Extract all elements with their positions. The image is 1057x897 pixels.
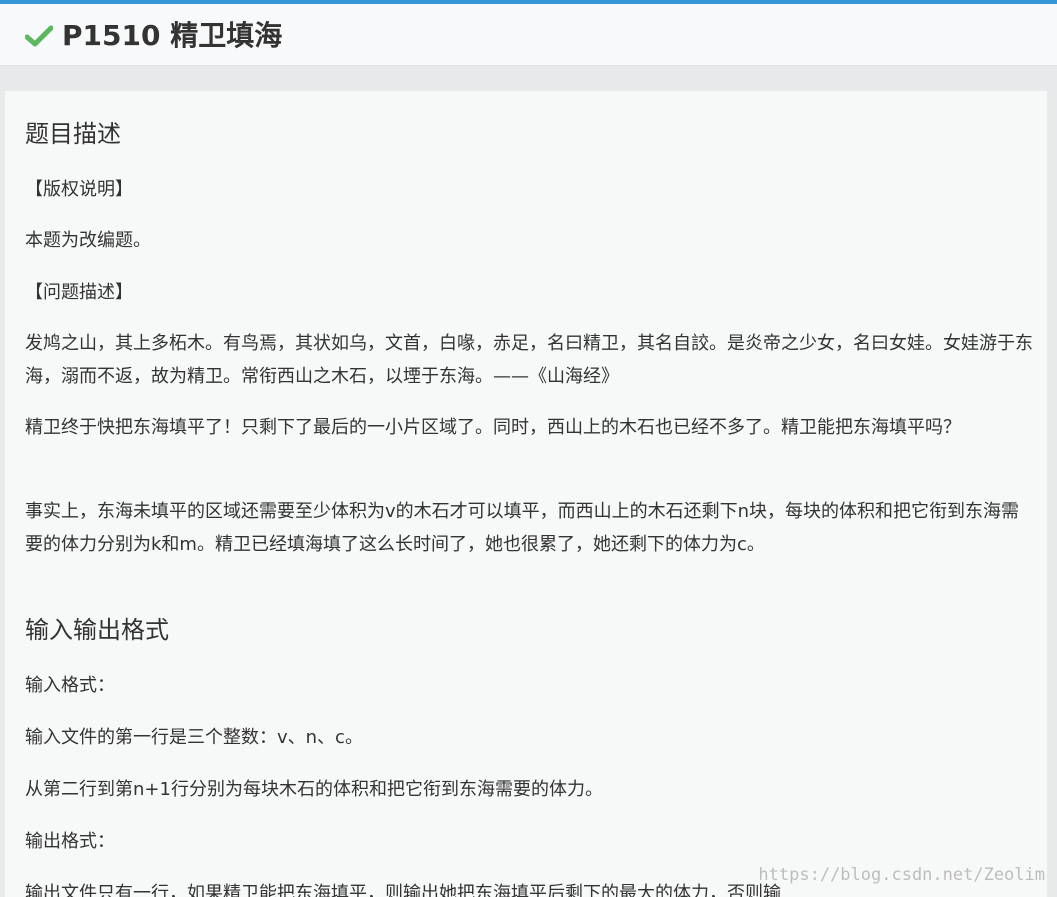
watermark-url: https://blog.csdn.net/Zeolim	[758, 865, 1045, 885]
problem-header: P1510 精卫填海	[0, 4, 1057, 66]
description-paragraph: 【问题描述】	[25, 282, 133, 303]
io-format-paragraph: 输入文件的第一行是三个整数：v、n、c。	[25, 727, 363, 748]
description-paragraph: 本题为改编题。	[25, 230, 151, 251]
section-heading-description: 题目描述	[25, 120, 121, 148]
description-paragraph: 发鸠之山，其上多柘木。有鸟焉，其状如乌，文首，白喙，赤足，名曰精卫，其名自詨。是…	[25, 333, 1033, 387]
io-format-paragraph: 从第二行到第n+1行分别为每块木石的体积和把它衔到东海需要的体力。	[25, 779, 603, 800]
io-format-paragraph: 输出格式：	[25, 831, 115, 852]
description-paragraph: 【版权说明】	[25, 179, 133, 200]
problem-title: P1510 精卫填海	[62, 19, 283, 52]
problem-card: 题目描述 【版权说明】 本题为改编题。 【问题描述】 发鸠之山，其上多柘木。有鸟…	[5, 91, 1047, 897]
io-format-paragraph: 输入格式：	[25, 675, 115, 696]
description-paragraph: 精卫终于快把东海填平了！只剩下了最后的一小片区域了。同时，西山上的木石也已经不多…	[25, 417, 961, 438]
description-paragraph: 事实上，东海未填平的区域还需要至少体积为v的木石才可以填平，而西山上的木石还剩下…	[25, 501, 1020, 555]
check-icon	[24, 25, 54, 47]
section-heading-io-format: 输入输出格式	[25, 616, 169, 644]
